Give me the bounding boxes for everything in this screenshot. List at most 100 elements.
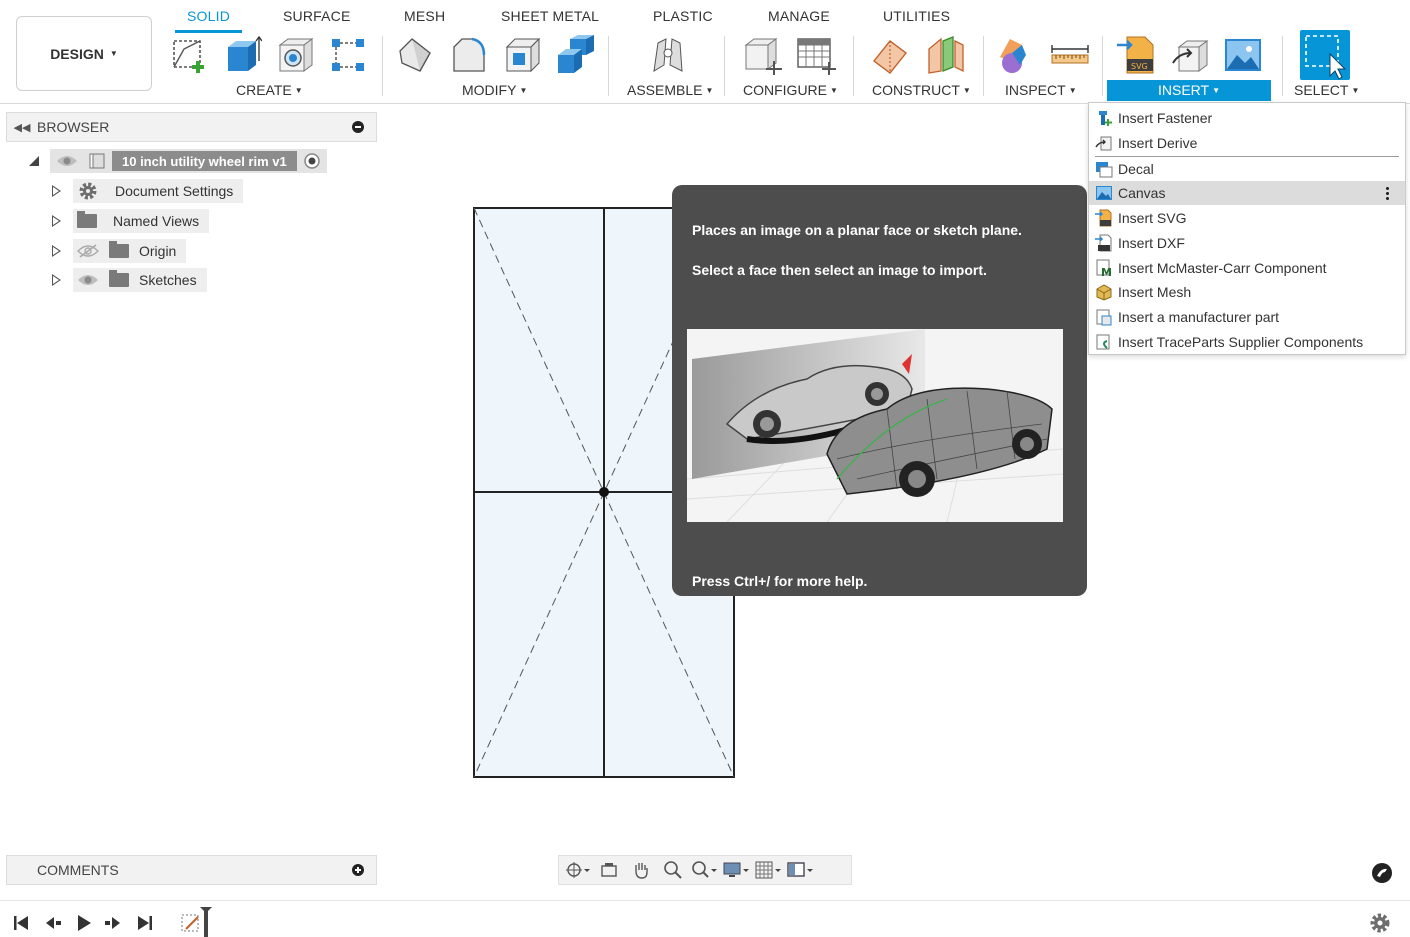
menu-item-label: Insert Fastener: [1118, 110, 1213, 126]
tab-manage[interactable]: MANAGE: [768, 8, 830, 24]
step-back-icon[interactable]: [44, 915, 62, 931]
interference-icon[interactable]: [996, 34, 1036, 76]
tab-utilities[interactable]: UTILITIES: [883, 8, 950, 24]
hole-icon[interactable]: [276, 34, 316, 76]
step-forward-icon[interactable]: [104, 915, 122, 931]
browser-item-named-views[interactable]: Named Views: [52, 209, 210, 233]
add-comment-icon[interactable]: [352, 864, 364, 876]
menu-item-decal[interactable]: Decal: [1089, 157, 1405, 181]
measure-icon[interactable]: [1050, 34, 1090, 76]
toolbar-divider: [608, 36, 609, 96]
zoom-icon[interactable]: [659, 859, 687, 881]
display-settings-icon[interactable]: [723, 859, 751, 881]
joint-icon[interactable]: [648, 34, 688, 76]
fillet-icon[interactable]: [450, 34, 490, 76]
insert-derive-icon[interactable]: [1171, 34, 1211, 76]
comments-panel[interactable]: COMMENTS: [6, 855, 377, 885]
timeline-sketch-feature-icon[interactable]: [180, 907, 214, 937]
manufacturer-part-icon: [1096, 309, 1112, 326]
select-group-label[interactable]: SELECT ▼: [1294, 82, 1359, 98]
grid-settings-icon[interactable]: [755, 859, 783, 881]
viewports-icon[interactable]: [787, 859, 815, 881]
caret-down-icon: ▼: [519, 86, 528, 95]
create-sketch-icon[interactable]: [170, 34, 210, 76]
menu-item-label: Insert SVG: [1118, 210, 1187, 226]
menu-item-insert-fastener[interactable]: Insert Fastener: [1089, 106, 1405, 130]
create-group-label[interactable]: CREATE ▼: [236, 82, 303, 98]
settings-gear-icon[interactable]: [1369, 912, 1391, 934]
menu-item-insert-mesh[interactable]: Insert Mesh: [1089, 280, 1405, 304]
more-options-icon[interactable]: [1386, 186, 1389, 200]
activate-radio-icon[interactable]: [303, 152, 321, 170]
press-pull-icon[interactable]: [396, 34, 436, 76]
extrude-icon[interactable]: [222, 34, 262, 76]
visibility-eye-icon[interactable]: [77, 273, 99, 287]
menu-item-insert-mcmaster[interactable]: M Insert McMaster-Carr Component: [1089, 256, 1405, 280]
caret-down-icon: ▼: [962, 86, 971, 95]
plane-at-angle-icon[interactable]: [925, 34, 965, 76]
toolbar: DESIGN ▼ SOLID SURFACE MESH SHEET METAL P…: [0, 0, 1410, 104]
tab-plastic[interactable]: PLASTIC: [653, 8, 713, 24]
tab-sheet-metal[interactable]: SHEET METAL: [501, 8, 599, 24]
go-to-end-icon[interactable]: [137, 915, 153, 931]
collapse-panel-icon[interactable]: ◀◀: [7, 121, 37, 134]
fit-zoom-icon[interactable]: [691, 859, 719, 881]
menu-item-insert-svg[interactable]: Insert SVG: [1089, 206, 1405, 230]
menu-item-label: Insert Derive: [1118, 135, 1198, 151]
shell-icon[interactable]: [503, 34, 543, 76]
browser-title: BROWSER: [37, 119, 110, 135]
browser-item-label: Document Settings: [115, 183, 234, 199]
look-at-icon[interactable]: [595, 859, 623, 881]
inspect-group-label[interactable]: INSPECT ▼: [1005, 82, 1077, 98]
tab-solid[interactable]: SOLID: [174, 8, 243, 33]
insert-svg-icon[interactable]: SVG: [1117, 34, 1157, 76]
browser-root-item[interactable]: 10 inch utility wheel rim v1: [27, 149, 327, 173]
offset-plane-icon[interactable]: [870, 34, 910, 76]
select-tool-button[interactable]: [1300, 30, 1350, 80]
browser-item-origin[interactable]: Origin: [52, 239, 187, 263]
expand-triangle-icon[interactable]: [52, 274, 61, 286]
browser-item-document-settings[interactable]: Document Settings: [52, 179, 244, 203]
pan-hand-icon[interactable]: [627, 859, 655, 881]
configuration-table-icon[interactable]: [796, 34, 836, 76]
expand-triangle-icon[interactable]: [52, 185, 61, 197]
toolbar-divider: [724, 36, 725, 96]
caret-down-icon: ▼: [1351, 86, 1360, 95]
sketch-center-point[interactable]: [599, 487, 609, 497]
combine-icon[interactable]: [556, 34, 596, 76]
play-icon[interactable]: [76, 914, 92, 932]
expand-triangle-icon[interactable]: [52, 215, 61, 227]
collapse-triangle-icon[interactable]: [27, 154, 41, 168]
pattern-icon[interactable]: [328, 34, 368, 76]
tab-surface[interactable]: SURFACE: [283, 8, 351, 24]
workspace-switcher-button[interactable]: DESIGN ▼: [16, 16, 152, 91]
menu-item-label: Insert DXF: [1118, 235, 1185, 251]
tab-mesh[interactable]: MESH: [404, 8, 445, 24]
hidden-eye-icon[interactable]: [77, 244, 99, 258]
traceparts-icon: [1096, 334, 1110, 350]
menu-item-insert-manufacturer-part[interactable]: Insert a manufacturer part: [1089, 305, 1405, 329]
menu-item-canvas[interactable]: Canvas: [1089, 181, 1405, 205]
assemble-group-label[interactable]: ASSEMBLE ▼: [627, 82, 713, 98]
canvas-icon: [1096, 186, 1112, 200]
panel-minimize-icon[interactable]: [352, 121, 364, 133]
feedback-icon[interactable]: [1371, 862, 1393, 884]
menu-item-insert-dxf[interactable]: Insert DXF: [1089, 231, 1405, 255]
orbit-icon[interactable]: [563, 859, 591, 881]
insert-group-label[interactable]: INSERT ▼: [1158, 82, 1220, 98]
configure-label-text: CONFIGURE: [743, 82, 827, 98]
derive-icon: [1095, 136, 1112, 151]
fastener-icon: [1099, 111, 1112, 126]
construct-group-label[interactable]: CONSTRUCT ▼: [872, 82, 971, 98]
go-to-start-icon[interactable]: [13, 915, 29, 931]
expand-triangle-icon[interactable]: [52, 245, 61, 257]
modify-group-label[interactable]: MODIFY ▼: [462, 82, 527, 98]
browser-panel-header[interactable]: ◀◀ BROWSER: [6, 112, 377, 142]
menu-item-insert-traceparts[interactable]: Insert TraceParts Supplier Components: [1089, 330, 1405, 354]
configure-icon[interactable]: [742, 34, 782, 76]
menu-item-insert-derive[interactable]: Insert Derive: [1089, 131, 1405, 155]
browser-item-sketches[interactable]: Sketches: [52, 268, 207, 292]
visibility-eye-icon[interactable]: [56, 154, 78, 168]
configure-group-label[interactable]: CONFIGURE ▼: [743, 82, 838, 98]
canvas-icon[interactable]: [1223, 34, 1263, 76]
